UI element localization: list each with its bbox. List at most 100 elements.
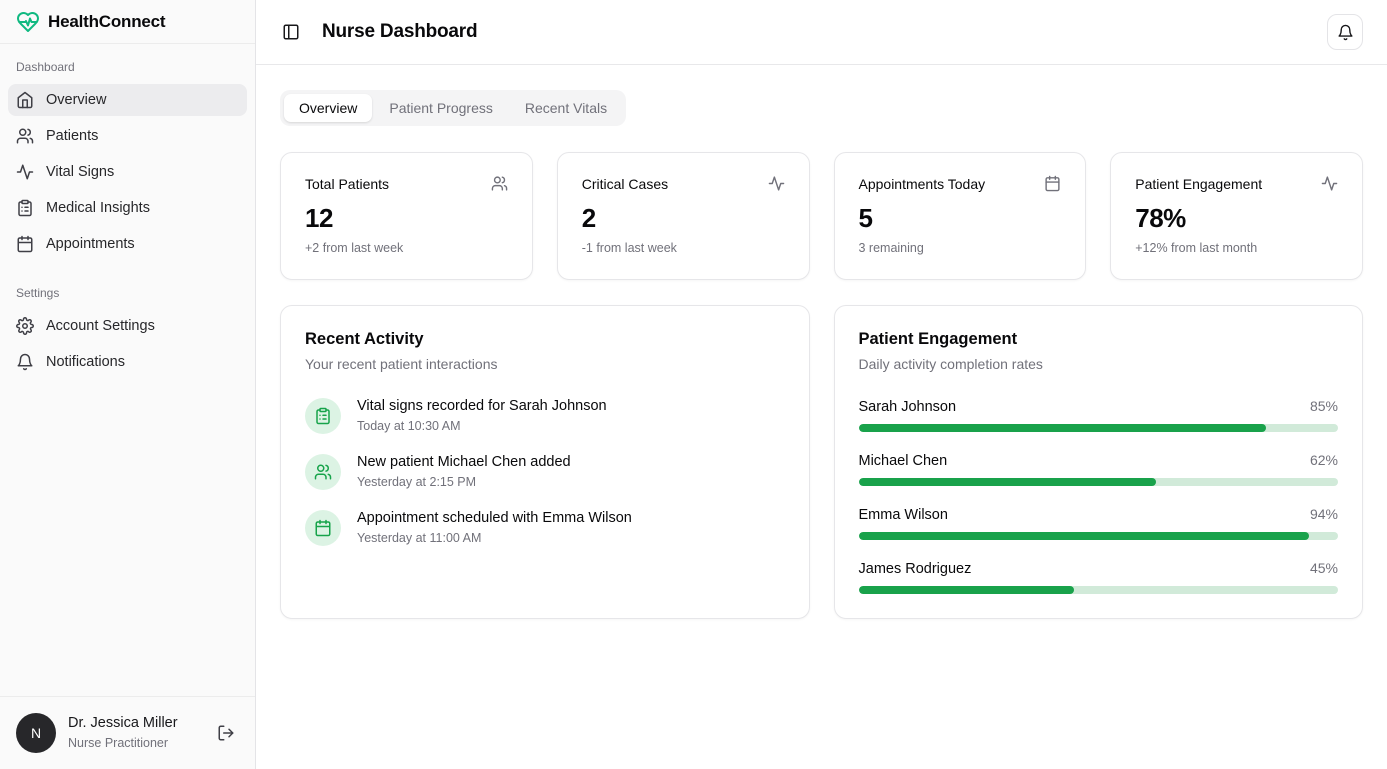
nav-section-settings: Settings Account Settings Notifications xyxy=(8,286,247,378)
sidebar-item-notifications[interactable]: Notifications xyxy=(8,346,247,378)
sidebar-item-account-settings[interactable]: Account Settings xyxy=(8,310,247,342)
user-profile: N Dr. Jessica Miller Nurse Practitioner xyxy=(0,696,255,769)
activity-title: New patient Michael Chen added xyxy=(357,454,571,470)
sidebar-item-label: Patients xyxy=(46,128,98,144)
progress-bar-fill xyxy=(859,586,1075,594)
progress-bar-fill xyxy=(859,424,1267,432)
patient-percent: 94% xyxy=(1310,506,1338,522)
tab-patient-progress[interactable]: Patient Progress xyxy=(374,94,508,122)
activity-item: Vital signs recorded for Sarah Johnson T… xyxy=(305,398,785,434)
sidebar-item-label: Appointments xyxy=(46,236,135,252)
patient-name: Emma Wilson xyxy=(859,507,948,523)
bottom-grid: Recent Activity Your recent patient inte… xyxy=(280,305,1363,619)
stat-value: 12 xyxy=(305,203,508,234)
main-area: Nurse Dashboard Overview Patient Progres… xyxy=(256,0,1387,769)
avatar: N xyxy=(16,713,56,753)
recent-activity-title: Recent Activity xyxy=(305,330,785,349)
calendar-icon xyxy=(305,510,341,546)
stat-card-total-patients: Total Patients 12 +2 from last week xyxy=(280,152,533,280)
dashboard-content: Overview Patient Progress Recent Vitals … xyxy=(256,65,1387,644)
sidebar-item-label: Vital Signs xyxy=(46,164,114,180)
bell-icon xyxy=(1337,24,1354,41)
stat-label: Appointments Today xyxy=(859,176,986,192)
tab-recent-vitals[interactable]: Recent Vitals xyxy=(510,94,622,122)
activity-time: Yesterday at 11:00 AM xyxy=(357,531,632,545)
stat-card-appointments-today: Appointments Today 5 3 remaining xyxy=(834,152,1087,280)
tab-overview[interactable]: Overview xyxy=(284,94,372,122)
sidebar-item-medical-insights[interactable]: Medical Insights xyxy=(8,192,247,224)
top-header: Nurse Dashboard xyxy=(256,0,1387,65)
patient-name: Michael Chen xyxy=(859,453,948,469)
users-icon xyxy=(305,454,341,490)
gear-icon xyxy=(16,317,34,335)
clipboard-icon xyxy=(16,199,34,217)
engagement-row: James Rodriguez 45% xyxy=(859,560,1339,594)
activity-icon xyxy=(1321,175,1338,192)
sidebar-item-appointments[interactable]: Appointments xyxy=(8,228,247,260)
stat-caption: -1 from last week xyxy=(582,241,785,255)
activity-time: Today at 10:30 AM xyxy=(357,419,607,433)
notifications-button[interactable] xyxy=(1327,14,1363,50)
app-logo: HealthConnect xyxy=(0,0,255,44)
activity-title: Vital signs recorded for Sarah Johnson xyxy=(357,398,607,414)
patient-name: James Rodriguez xyxy=(859,561,972,577)
patient-percent: 85% xyxy=(1310,398,1338,414)
progress-bar-fill xyxy=(859,532,1310,540)
stat-label: Total Patients xyxy=(305,176,389,192)
sidebar-item-label: Overview xyxy=(46,92,106,108)
logout-button[interactable] xyxy=(213,720,239,746)
users-icon xyxy=(491,175,508,192)
sidebar: HealthConnect Dashboard Overview Patient… xyxy=(0,0,256,769)
stat-label: Patient Engagement xyxy=(1135,176,1262,192)
stat-caption: +2 from last week xyxy=(305,241,508,255)
patient-percent: 45% xyxy=(1310,560,1338,576)
stat-value: 5 xyxy=(859,203,1062,234)
activity-icon xyxy=(16,163,34,181)
stat-caption: +12% from last month xyxy=(1135,241,1338,255)
heart-pulse-icon xyxy=(16,10,40,34)
nav-section-dashboard: Dashboard Overview Patients Vital Signs xyxy=(8,60,247,260)
sidebar-toggle-button[interactable] xyxy=(280,21,302,43)
sidebar-item-label: Notifications xyxy=(46,354,125,370)
stat-label: Critical Cases xyxy=(582,176,668,192)
section-label-settings: Settings xyxy=(8,286,247,300)
log-out-icon xyxy=(217,724,235,742)
patient-engagement-card: Patient Engagement Daily activity comple… xyxy=(834,305,1364,619)
patient-engagement-title: Patient Engagement xyxy=(859,330,1339,349)
patient-engagement-subtitle: Daily activity completion rates xyxy=(859,356,1339,372)
calendar-icon xyxy=(1044,175,1061,192)
activity-item: Appointment scheduled with Emma Wilson Y… xyxy=(305,510,785,546)
user-name: Dr. Jessica Miller xyxy=(68,714,178,733)
sidebar-item-overview[interactable]: Overview xyxy=(8,84,247,116)
stat-value: 78% xyxy=(1135,203,1338,234)
user-meta: Dr. Jessica Miller Nurse Practitioner xyxy=(68,714,178,751)
engagement-row: Emma Wilson 94% xyxy=(859,506,1339,540)
engagement-list: Sarah Johnson 85% Michael Chen 62% xyxy=(859,398,1339,594)
tab-bar: Overview Patient Progress Recent Vitals xyxy=(280,90,626,126)
activity-icon xyxy=(768,175,785,192)
sidebar-item-vital-signs[interactable]: Vital Signs xyxy=(8,156,247,188)
clipboard-icon xyxy=(305,398,341,434)
home-icon xyxy=(16,91,34,109)
sidebar-item-label: Account Settings xyxy=(46,318,155,334)
calendar-icon xyxy=(16,235,34,253)
progress-bar xyxy=(859,424,1339,432)
sidebar-item-patients[interactable]: Patients xyxy=(8,120,247,152)
engagement-row: Michael Chen 62% xyxy=(859,452,1339,486)
patient-percent: 62% xyxy=(1310,452,1338,468)
sidebar-nav: Dashboard Overview Patients Vital Signs xyxy=(0,44,255,382)
user-role: Nurse Practitioner xyxy=(68,735,178,751)
progress-bar xyxy=(859,532,1339,540)
sidebar-item-label: Medical Insights xyxy=(46,200,150,216)
app-name: HealthConnect xyxy=(48,12,165,32)
section-label-dashboard: Dashboard xyxy=(8,60,247,74)
patient-name: Sarah Johnson xyxy=(859,399,957,415)
stat-card-patient-engagement: Patient Engagement 78% +12% from last mo… xyxy=(1110,152,1363,280)
stat-caption: 3 remaining xyxy=(859,241,1062,255)
panel-left-icon xyxy=(282,23,300,41)
bell-icon xyxy=(16,353,34,371)
recent-activity-subtitle: Your recent patient interactions xyxy=(305,356,785,372)
users-icon xyxy=(16,127,34,145)
page-title: Nurse Dashboard xyxy=(322,21,477,43)
activity-title: Appointment scheduled with Emma Wilson xyxy=(357,510,632,526)
